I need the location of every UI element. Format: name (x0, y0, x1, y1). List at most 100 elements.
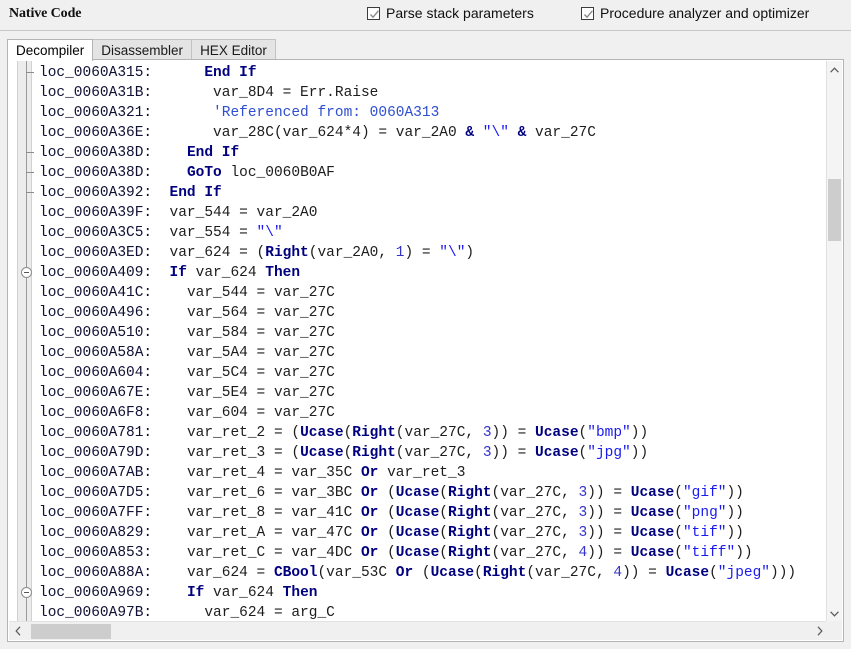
code-token: var_5C4 = var_27C (186, 365, 335, 381)
code-token: )) (735, 545, 753, 561)
code-token: Ucase (630, 525, 675, 541)
tab-disassembler[interactable]: Disassembler (92, 39, 193, 61)
tab-decompiler[interactable]: Decompiler (7, 39, 94, 61)
checkbox-parse-stack-parameters[interactable]: Parse stack parameters (367, 5, 534, 21)
code-token: Or (360, 505, 388, 521)
code-token: var_554 = (169, 225, 257, 241)
code-token: 4 (613, 565, 623, 581)
fold-gutter[interactable] (9, 61, 39, 622)
code-token: Then (265, 265, 301, 281)
code-line-label: loc_0060A510: (39, 325, 153, 341)
code-token: If (186, 585, 214, 601)
code-token: (var_2A0, (308, 245, 396, 261)
code-token: If (169, 265, 196, 281)
code-line-label: loc_0060A829: (39, 525, 153, 541)
code-line: loc_0060A315: End If (39, 63, 796, 83)
code-line: loc_0060A41C: var_544 = var_27C (39, 283, 796, 303)
code-token: ( (387, 485, 396, 501)
code-line: loc_0060A969: If var_624 Then (39, 583, 796, 603)
code-line-label: loc_0060A36E: (39, 125, 153, 141)
scroll-up-icon[interactable] (827, 61, 842, 78)
checkmark-icon[interactable] (581, 6, 594, 20)
code-line-label: loc_0060A315: (39, 65, 153, 81)
code-line-label: loc_0060A97B: (39, 605, 153, 621)
fold-guide-line (26, 61, 27, 622)
code-line: loc_0060A321: 'Referenced from: 0060A313 (39, 103, 796, 123)
code-line-label: loc_0060A409: (39, 265, 153, 281)
code-line-label: loc_0060A39F: (39, 205, 153, 221)
tab-hex-editor[interactable]: HEX Editor (191, 39, 276, 61)
code-token: ( (674, 525, 683, 541)
fold-collapse-toggle[interactable] (21, 267, 32, 278)
code-token: Ucase (395, 525, 440, 541)
scrollbar-corner (826, 621, 842, 640)
code-token: ( (387, 505, 396, 521)
fold-collapse-toggle[interactable] (21, 587, 32, 598)
code-token: var_544 = var_27C (186, 285, 335, 301)
code-token: 3 (482, 425, 492, 441)
code-token: "jpeg" (717, 565, 771, 581)
code-token: ( (578, 425, 588, 441)
scroll-left-icon[interactable] (9, 622, 26, 640)
code-token: var_5E4 = var_27C (186, 385, 335, 401)
code-token: Right (352, 425, 396, 441)
code-token: CBool (273, 565, 318, 581)
code-token: 3 (482, 445, 492, 461)
code-line: loc_0060A58A: var_5A4 = var_27C (39, 343, 796, 363)
horizontal-scroll-thumb[interactable] (31, 624, 111, 639)
code-token: ( (387, 545, 396, 561)
code-token: ( (674, 505, 683, 521)
vertical-scroll-thumb[interactable] (828, 179, 841, 241)
code-token: ( (439, 525, 448, 541)
code-token: Right (352, 445, 396, 461)
code-token: Or (395, 565, 422, 581)
code-line-label: loc_0060A88A: (39, 565, 153, 581)
code-token: var_ret_C = var_4DC (186, 545, 361, 561)
code-line: loc_0060A79D: var_ret_3 = (Ucase(Right(v… (39, 443, 796, 463)
code-line-label: loc_0060A38D: (39, 165, 153, 181)
code-line-label: loc_0060A496: (39, 305, 153, 321)
code-token: Ucase (630, 485, 675, 501)
code-token: Then (282, 585, 318, 601)
code-line: loc_0060A510: var_584 = var_27C (39, 323, 796, 343)
code-line: loc_0060A7FF: var_ret_8 = var_41C Or (Uc… (39, 503, 796, 523)
code-line: loc_0060A7AB: var_ret_4 = var_35C Or var… (39, 463, 796, 483)
code-token: & (465, 125, 483, 141)
code-line-label: loc_0060A321: (39, 105, 153, 121)
code-token: GoTo (186, 165, 231, 181)
code-token: var_ret_3 (387, 465, 466, 481)
code-line: loc_0060A3ED: var_624 = (Right(var_2A0, … (39, 243, 796, 263)
code-token: Ucase (665, 565, 710, 581)
fold-tick (26, 72, 34, 73)
code-token: 'Referenced from: 0060A313 (213, 105, 440, 121)
code-token: 3 (578, 505, 588, 521)
code-token: var_ret_8 = var_41C (186, 505, 361, 521)
vertical-scrollbar[interactable] (826, 61, 842, 622)
code-line-label: loc_0060A67E: (39, 385, 153, 401)
code-token: (var_27C, (491, 525, 579, 541)
code-token: 3 (578, 525, 588, 541)
checkbox-procedure-analyzer-and-optimizer[interactable]: Procedure analyzer and optimizer (581, 5, 809, 21)
code-line: loc_0060A3C5: var_554 = "\" (39, 223, 796, 243)
checkmark-icon[interactable] (367, 6, 380, 20)
code-token: Right (448, 545, 492, 561)
code-token: ( (674, 545, 683, 561)
code-token: var_28C(var_624*4) = var_2A0 (213, 125, 466, 141)
code-token: )) (630, 425, 649, 441)
code-line: loc_0060A604: var_5C4 = var_27C (39, 363, 796, 383)
code-token: & (508, 125, 536, 141)
code-token: "tiff" (682, 545, 736, 561)
code-token: (var_27C, (491, 545, 579, 561)
code-token: Ucase (535, 445, 579, 461)
code-token: "jpg" (587, 445, 631, 461)
scroll-down-icon[interactable] (827, 605, 842, 622)
code-text-area[interactable]: loc_0060A315: End If loc_0060A31B: var_8D… (39, 61, 829, 622)
code-token: "\" (482, 125, 509, 141)
horizontal-scrollbar[interactable] (9, 621, 828, 640)
